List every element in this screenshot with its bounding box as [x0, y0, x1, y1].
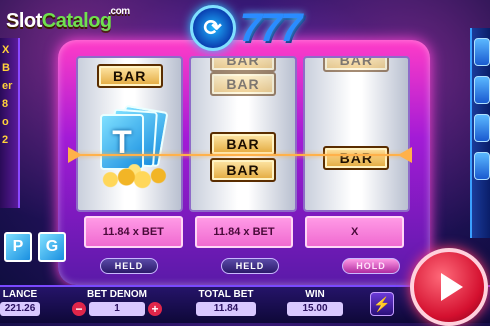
reel-area: BAR T BAR BAR BAR BAR BAR BAR: [76, 56, 410, 212]
side-menu-button[interactable]: [474, 76, 490, 104]
slotcatalog-watermark: SlotCatalog .com: [6, 6, 130, 32]
side-chip: 8: [2, 98, 9, 110]
side-chip: X: [2, 44, 10, 56]
hold-button-1[interactable]: HELD: [100, 258, 158, 274]
t-card-symbol: T: [92, 104, 181, 198]
side-chip: 2: [2, 134, 9, 146]
payline-right-arrow-icon: [398, 147, 412, 163]
play-icon: [441, 273, 463, 301]
side-chip: o: [2, 116, 9, 128]
bar-symbol: BAR: [96, 64, 163, 88]
win-line: [76, 154, 410, 156]
pg-tiles: P G: [4, 232, 66, 262]
bar-symbol: BAR: [209, 132, 276, 156]
reel-1: BAR T: [76, 56, 184, 212]
bet-panel-3: X: [305, 216, 405, 248]
bet-panel-1: 11.84 x BET: [84, 216, 183, 248]
win-value: 15.00: [287, 302, 343, 316]
win-display: WIN 15.00: [287, 289, 343, 316]
total-bet-value: 11.84: [196, 302, 256, 316]
reel-2: BAR BAR BAR BAR: [189, 56, 297, 212]
t-card-icon: T: [100, 114, 144, 170]
left-side-panel: X B er 8 o 2: [0, 38, 20, 208]
bar-symbol: BAR: [323, 146, 390, 170]
spin-button[interactable]: [410, 248, 488, 326]
g-tile-icon: G: [38, 232, 66, 262]
right-side-panel: [470, 28, 490, 238]
side-chip: er: [2, 80, 13, 92]
hold-button-3[interactable]: HOLD: [342, 258, 400, 274]
balance-value: 221.26: [0, 302, 40, 316]
bar-symbol: BAR: [209, 72, 276, 96]
side-chip: B: [2, 62, 10, 74]
win-label: WIN: [305, 289, 325, 300]
total-bet-display: TOTAL BET 11.84: [196, 289, 256, 316]
bet-denom-value: 1: [89, 302, 145, 316]
side-menu-button[interactable]: [474, 38, 490, 66]
bet-denom-control: BET DENOM − 1 +: [72, 289, 162, 316]
p-tile-icon: P: [4, 232, 32, 262]
side-menu-button[interactable]: [474, 152, 490, 180]
plus-icon[interactable]: +: [148, 302, 162, 316]
bar-symbol: BAR: [209, 158, 276, 182]
bet-multiplier-panels: 11.84 x BET 11.84 x BET X: [84, 216, 405, 248]
reel-3: BAR BAR: [302, 56, 410, 212]
hold-buttons: HELD HELD HOLD: [100, 258, 400, 274]
bar-symbol: BAR: [323, 58, 390, 72]
gold-coins-icon: [96, 164, 176, 190]
bet-denom-label: BET DENOM: [87, 289, 147, 300]
bar-symbol: BAR: [209, 58, 276, 72]
balance-label: LANCE: [2, 289, 38, 300]
side-menu-button[interactable]: [474, 114, 490, 142]
bet-panel-2: 11.84 x BET: [194, 216, 294, 248]
logo-emblem-icon: ⟳: [189, 5, 236, 51]
balance-display: LANCE 221.26: [0, 289, 40, 316]
game-logo: ⟳ 777: [175, 4, 315, 52]
total-bet-label: TOTAL BET: [198, 289, 254, 300]
payline-left-arrow-icon: [68, 147, 82, 163]
logo-text: 777: [239, 5, 303, 50]
minus-icon[interactable]: −: [72, 302, 86, 316]
lightning-icon[interactable]: ⚡: [370, 292, 394, 316]
hold-button-2[interactable]: HELD: [221, 258, 279, 274]
